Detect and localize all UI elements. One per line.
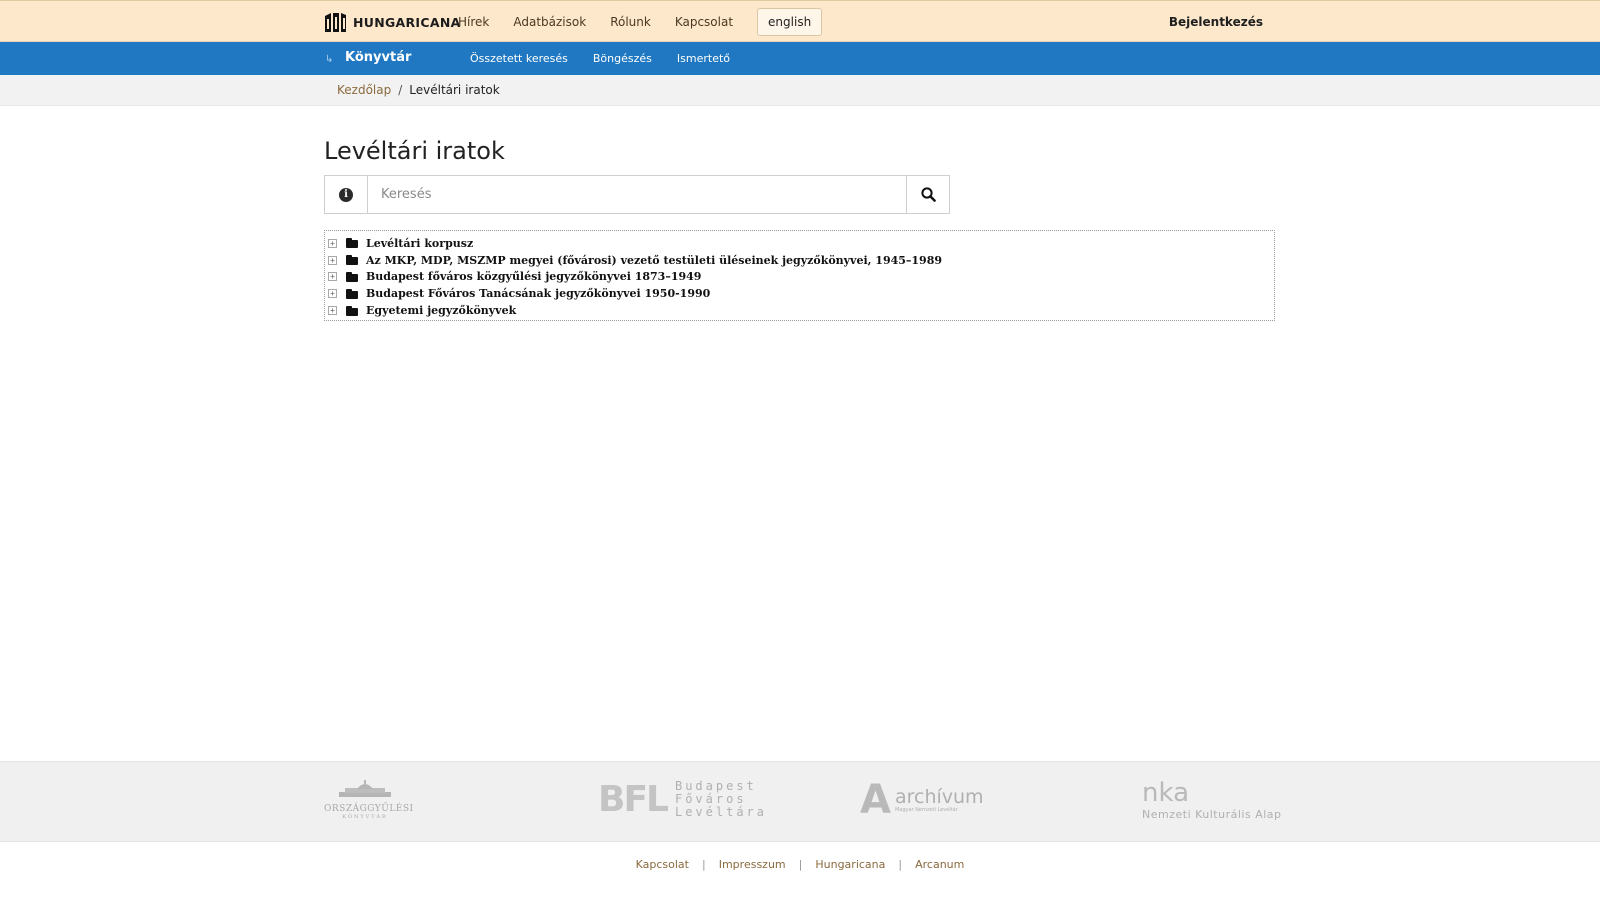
partner-ogyk-logo[interactable]: ORSZÁGGYŰLÉSI KÖNYVTÁR bbox=[324, 780, 414, 820]
login-link[interactable]: Bejelentkezés bbox=[1169, 15, 1263, 29]
info-icon: i bbox=[339, 187, 353, 202]
nav-osszetett-kereses[interactable]: Összetett keresés bbox=[470, 52, 568, 65]
tree-item[interactable]: + Budapest Főváros Tanácsának jegyzőköny… bbox=[328, 285, 1274, 302]
nav-adatbazisok[interactable]: Adatbázisok bbox=[513, 15, 586, 29]
expand-icon[interactable]: + bbox=[328, 238, 337, 248]
tree-item[interactable]: + Az MKP, MDP, MSZMP megyei (fővárosi) v… bbox=[328, 252, 1274, 269]
search-info-button[interactable]: i bbox=[325, 176, 368, 213]
expand-icon[interactable]: + bbox=[328, 289, 337, 299]
footer-separator: | bbox=[702, 858, 706, 871]
footer-link-impresszum[interactable]: Impresszum bbox=[719, 858, 786, 871]
tree-item[interactable]: + Egyetemi jegyzőkönyvek bbox=[328, 302, 1274, 319]
nav-bongeszes[interactable]: Böngészés bbox=[593, 52, 652, 65]
ogyk-name-line2: KÖNYVTÁR bbox=[342, 814, 388, 820]
expand-icon[interactable]: + bbox=[328, 272, 337, 282]
footer-link-arcanum[interactable]: Arcanum bbox=[915, 858, 964, 871]
archivum-name: archívum bbox=[894, 785, 984, 808]
footer-link-hungaricana[interactable]: Hungaricana bbox=[815, 858, 885, 871]
partner-bfl-logo[interactable]: BFL Budapest Főváros Levéltára bbox=[598, 780, 767, 819]
expand-icon[interactable]: + bbox=[328, 306, 337, 316]
nav-rolunk[interactable]: Rólunk bbox=[610, 15, 651, 29]
tree-item-label[interactable]: Levéltári korpusz bbox=[366, 237, 473, 250]
logo-text: HUNGARICANA bbox=[353, 15, 461, 30]
section-nav: Összetett keresés Böngészés Ismertető bbox=[470, 42, 755, 75]
folder-icon bbox=[346, 271, 358, 282]
page-title: Levéltári iratok bbox=[324, 137, 505, 165]
section-title[interactable]: Könyvtár bbox=[345, 50, 411, 65]
partner-logos: ORSZÁGGYŰLÉSI KÖNYVTÁR BFL Budapest Fővá… bbox=[0, 761, 1600, 842]
tree-item-label[interactable]: Budapest Főváros Tanácsának jegyzőkönyve… bbox=[366, 287, 710, 300]
footer-links: Kapcsolat | Impresszum | Hungaricana | Arcanum bbox=[0, 858, 1600, 871]
expand-icon[interactable]: + bbox=[328, 255, 337, 265]
hungaricana-logo-icon bbox=[325, 13, 346, 32]
main-nav: Hírek Adatbázisok Rólunk Kapcsolat engli… bbox=[458, 1, 823, 43]
breadcrumb-bar: Kezdőlap / Levéltári iratok bbox=[0, 75, 1600, 106]
parliament-icon bbox=[339, 780, 391, 797]
ogyk-name-line1: ORSZÁGGYŰLÉSI bbox=[324, 804, 414, 814]
folder-icon bbox=[346, 305, 358, 316]
folder-icon bbox=[346, 255, 358, 266]
breadcrumb-separator: / bbox=[398, 83, 403, 97]
footer-link-kapcsolat[interactable]: Kapcsolat bbox=[636, 858, 689, 871]
tree-item-label[interactable]: Az MKP, MDP, MSZMP megyei (fővárosi) vez… bbox=[366, 254, 942, 267]
bfl-name: Budapest Főváros Levéltára bbox=[675, 780, 767, 819]
partner-nka-logo[interactable]: nka Nemzeti Kulturális Alap bbox=[1142, 780, 1282, 821]
search-button[interactable] bbox=[906, 176, 949, 213]
search-group: i bbox=[324, 175, 950, 214]
archivum-mark: A bbox=[860, 777, 891, 823]
partner-archivum-logo[interactable]: A archívum Magyar Nemzeti Levéltár bbox=[860, 780, 984, 820]
tree-item[interactable]: + Budapest főváros közgyűlési jegyzőköny… bbox=[328, 269, 1274, 286]
breadcrumb-current: Levéltári iratok bbox=[409, 83, 500, 97]
bfl-name-line: Levéltára bbox=[674, 805, 768, 819]
nav-ismerteto[interactable]: Ismertető bbox=[677, 52, 730, 65]
section-arrow-icon: ↳ bbox=[325, 54, 334, 65]
archivum-text: archívum Magyar Nemzeti Levéltár bbox=[894, 785, 984, 813]
folder-icon bbox=[346, 288, 358, 299]
footer-separator: | bbox=[898, 858, 903, 871]
search-input[interactable] bbox=[368, 176, 906, 213]
nka-mark: nka bbox=[1142, 778, 1190, 808]
top-header: HUNGARICANA Hírek Adatbázisok Rólunk Kap… bbox=[0, 0, 1600, 42]
hungaricana-logo[interactable]: HUNGARICANA bbox=[324, 11, 461, 34]
nav-kapcsolat[interactable]: Kapcsolat bbox=[675, 15, 733, 29]
tree-item-label[interactable]: Egyetemi jegyzőkönyvek bbox=[366, 304, 516, 317]
nav-hirek[interactable]: Hírek bbox=[458, 15, 489, 29]
language-button[interactable]: english bbox=[757, 8, 823, 36]
search-icon bbox=[920, 187, 936, 202]
folder-icon bbox=[346, 238, 358, 249]
breadcrumb: Kezdőlap / Levéltári iratok bbox=[337, 83, 500, 97]
tree-item[interactable]: + Levéltári korpusz bbox=[328, 235, 1274, 252]
tree-item-label[interactable]: Budapest főváros közgyűlési jegyzőkönyve… bbox=[366, 270, 701, 283]
section-bar: ↳ Könyvtár Összetett keresés Böngészés I… bbox=[0, 42, 1600, 75]
breadcrumb-home[interactable]: Kezdőlap bbox=[337, 83, 391, 97]
bfl-mark: BFL bbox=[598, 778, 669, 820]
archive-tree: + Levéltári korpusz + Az MKP, MDP, MSZMP… bbox=[324, 230, 1275, 321]
footer-separator: | bbox=[798, 858, 803, 871]
nka-name: Nemzeti Kulturális Alap bbox=[1142, 808, 1282, 821]
